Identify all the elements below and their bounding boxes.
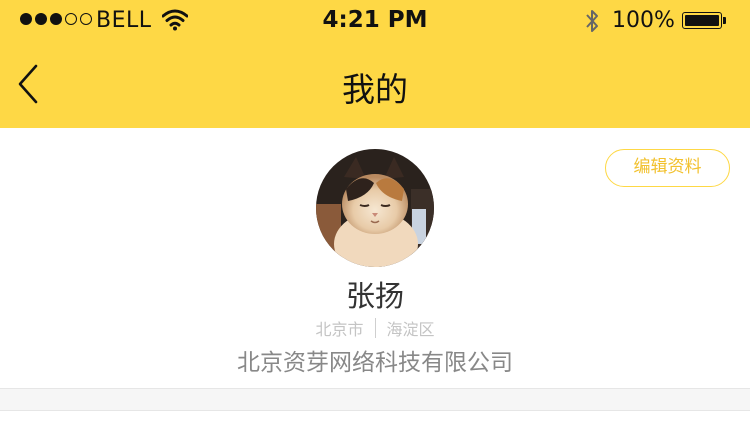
location-city: 北京市 — [315, 320, 364, 339]
header: BELL 4:21 PM 100% 我的 — [0, 0, 750, 128]
bluetooth-icon — [583, 7, 601, 39]
avatar[interactable] — [316, 149, 434, 267]
page-title: 我的 — [342, 70, 408, 109]
user-company: 北京资芽网络科技有限公司 — [237, 350, 513, 376]
user-name: 张扬 — [345, 279, 404, 313]
location-district: 海淀区 — [386, 320, 435, 339]
user-location: 北京市 海淀区 — [0, 316, 750, 340]
edit-profile-button[interactable]: 编辑资料 — [605, 149, 730, 187]
battery-icon — [682, 12, 726, 29]
battery-percent: 100% — [612, 8, 675, 33]
location-divider — [374, 318, 376, 338]
section-divider — [0, 388, 750, 411]
status-bar: BELL 4:21 PM 100% — [0, 0, 750, 40]
battery-level-fill — [685, 15, 719, 26]
